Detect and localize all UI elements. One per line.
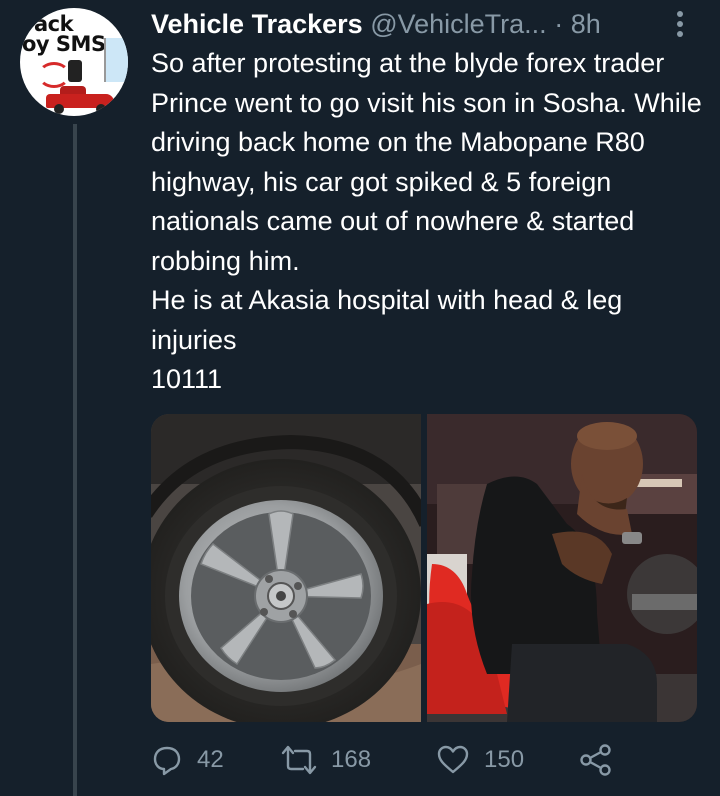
display-name[interactable]: Vehicle Trackers <box>151 9 363 39</box>
tweet-paragraph: 10111 <box>151 364 223 394</box>
retweet-icon <box>281 745 317 775</box>
tweet-paragraph: So after protesting at the blyde forex t… <box>151 48 702 276</box>
retweet-count: 168 <box>331 746 372 773</box>
tweet-text: So after protesting at the blyde forex t… <box>151 44 711 400</box>
phone-icon <box>68 60 82 82</box>
more-vertical-icon[interactable] <box>674 10 686 38</box>
reply-count: 42 <box>197 746 224 773</box>
tweet-paragraph: He is at Akasia hospital with head & leg… <box>151 285 623 355</box>
separator-dot: · <box>554 9 564 39</box>
timestamp[interactable]: 8h <box>571 9 601 39</box>
share-button[interactable] <box>579 738 613 782</box>
wheel-photo <box>151 414 421 722</box>
thread-line <box>73 124 77 796</box>
reply-icon <box>153 746 181 776</box>
car-wheel <box>96 104 106 114</box>
car-wheel <box>54 104 64 114</box>
reply-button[interactable]: 42 <box>151 738 224 782</box>
media-photo-person[interactable] <box>427 414 697 722</box>
avatar-logo-text-2: oy SMS <box>22 32 106 56</box>
heart-icon <box>437 745 469 774</box>
signal-icon <box>38 62 70 88</box>
share-icon <box>580 744 611 776</box>
tweet-header: Vehicle Trackers @VehicleTra... · 8h <box>151 4 601 44</box>
person-photo <box>427 414 697 722</box>
user-handle[interactable]: @VehicleTra... <box>370 9 546 39</box>
avatar[interactable]: ack oy SMS <box>20 8 128 116</box>
media-grid <box>151 414 697 722</box>
media-photo-wheel[interactable] <box>151 414 421 722</box>
tweet-actions: 42 168 150 <box>151 738 631 782</box>
map-icon <box>104 38 128 82</box>
tweet[interactable]: ack oy SMS Vehicle Trackers @VehicleTra.… <box>0 0 720 796</box>
like-button[interactable]: 150 <box>436 738 524 782</box>
like-count: 150 <box>484 746 525 773</box>
retweet-button[interactable]: 168 <box>281 738 371 782</box>
